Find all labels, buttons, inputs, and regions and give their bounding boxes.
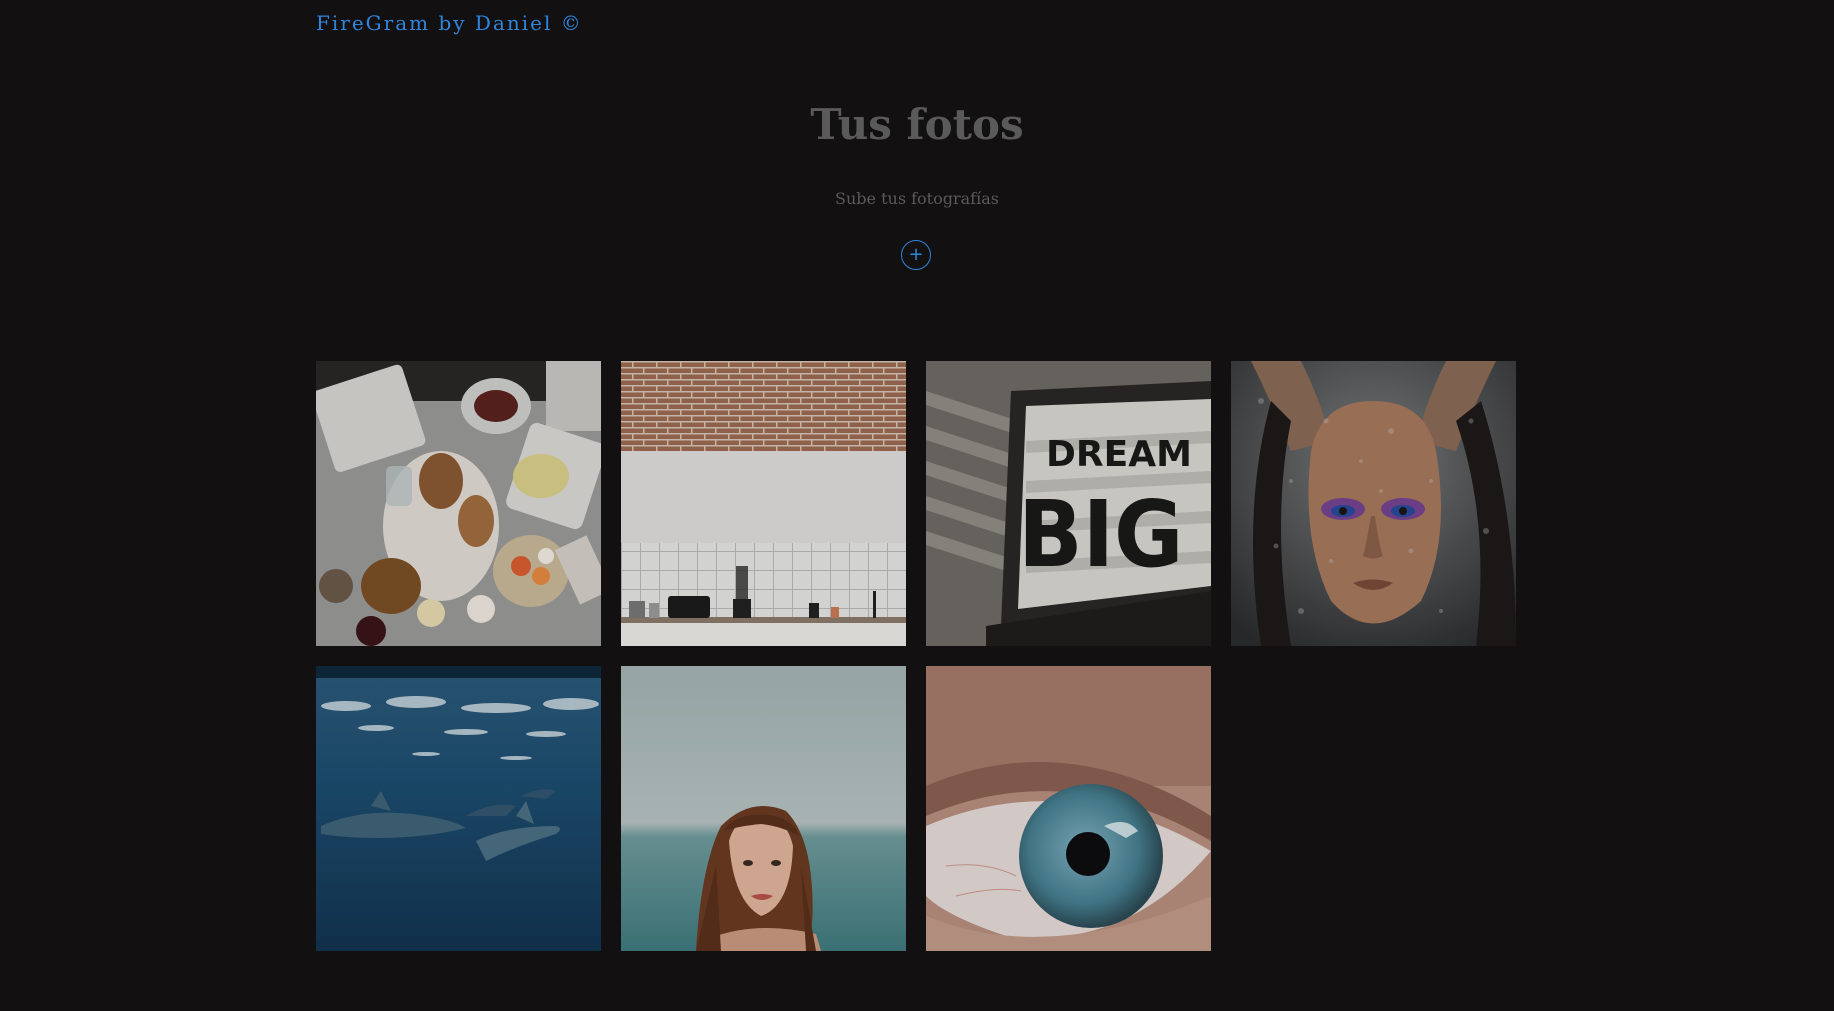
upload-photo-button[interactable]: + xyxy=(901,240,931,270)
page-title: Tus fotos xyxy=(810,100,1024,149)
photo-dream-big-sign[interactable]: DREAM BIG xyxy=(926,361,1211,646)
plus-icon: + xyxy=(908,244,924,265)
app-title: FireGram by Daniel © xyxy=(316,11,583,35)
photo-eye-closeup[interactable] xyxy=(926,666,1211,951)
photo-white-kitchen[interactable] xyxy=(621,361,906,646)
page-subtitle: Sube tus fotografías xyxy=(835,189,999,208)
photo-woman-in-sea[interactable] xyxy=(621,666,906,951)
photo-breakfast-table[interactable] xyxy=(316,361,601,646)
photo-grid: DREAM BIG xyxy=(316,361,1518,951)
photo-dolphins-underwater[interactable] xyxy=(316,666,601,951)
photo-woman-behind-wet-glass[interactable] xyxy=(1231,361,1516,646)
